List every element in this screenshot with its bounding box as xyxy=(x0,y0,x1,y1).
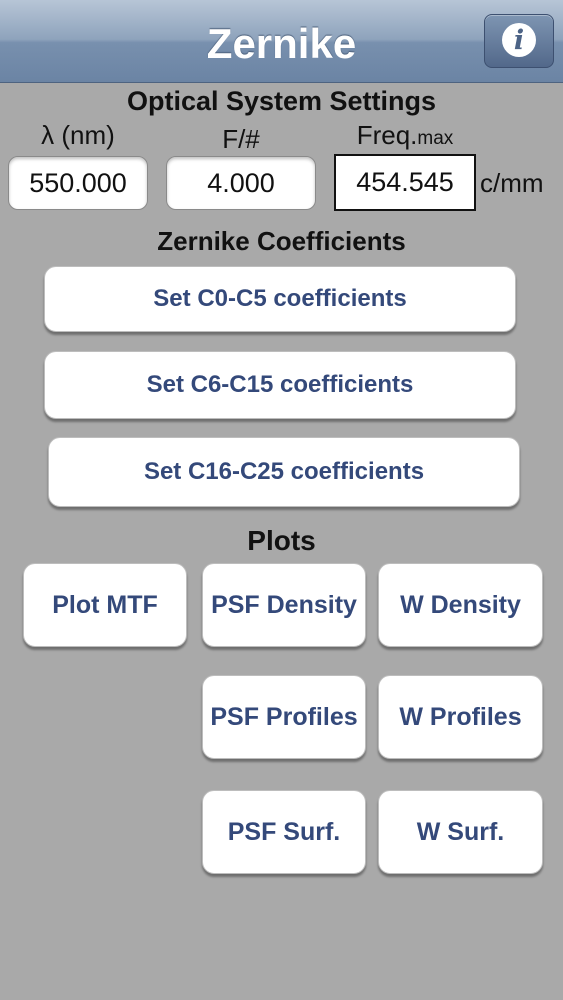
w-density-button[interactable]: W Density xyxy=(378,563,543,647)
app-title: Zernike xyxy=(206,20,357,67)
set-c0-c5-button[interactable]: Set C0-C5 coefficients xyxy=(44,266,516,332)
psf-surf-button[interactable]: PSF Surf. xyxy=(202,790,366,874)
set-c6-c15-button[interactable]: Set C6-C15 coefficients xyxy=(44,351,516,419)
w-profiles-button[interactable]: W Profiles xyxy=(378,675,543,759)
navigation-bar: Zernike i xyxy=(0,0,563,83)
plot-mtf-button[interactable]: Plot MTF xyxy=(23,563,187,647)
freqmax-label: Freq.max xyxy=(334,120,476,151)
freqmax-label-main: Freq. xyxy=(356,120,418,150)
psf-density-button[interactable]: PSF Density xyxy=(202,563,366,647)
freqmax-unit: c/mm xyxy=(480,168,544,198)
wavelength-field[interactable]: 550.000 xyxy=(8,156,148,210)
fnumber-field[interactable]: 4.000 xyxy=(166,156,316,210)
freqmax-field: 454.545 xyxy=(334,154,476,211)
zernike-coefficients-title: Zernike Coefficients xyxy=(157,226,406,256)
freqmax-label-sub: max xyxy=(417,128,454,149)
info-icon: i xyxy=(502,23,536,57)
w-surf-button[interactable]: W Surf. xyxy=(378,790,543,874)
fnumber-label: F/# xyxy=(222,124,260,154)
optical-settings-title: Optical System Settings xyxy=(126,86,437,116)
plots-title: Plots xyxy=(247,525,316,556)
psf-profiles-button[interactable]: PSF Profiles xyxy=(202,675,366,759)
set-c16-c25-button[interactable]: Set C16-C25 coefficients xyxy=(48,437,520,507)
info-button[interactable]: i xyxy=(484,14,554,68)
wavelength-label: λ (nm) xyxy=(41,120,115,150)
